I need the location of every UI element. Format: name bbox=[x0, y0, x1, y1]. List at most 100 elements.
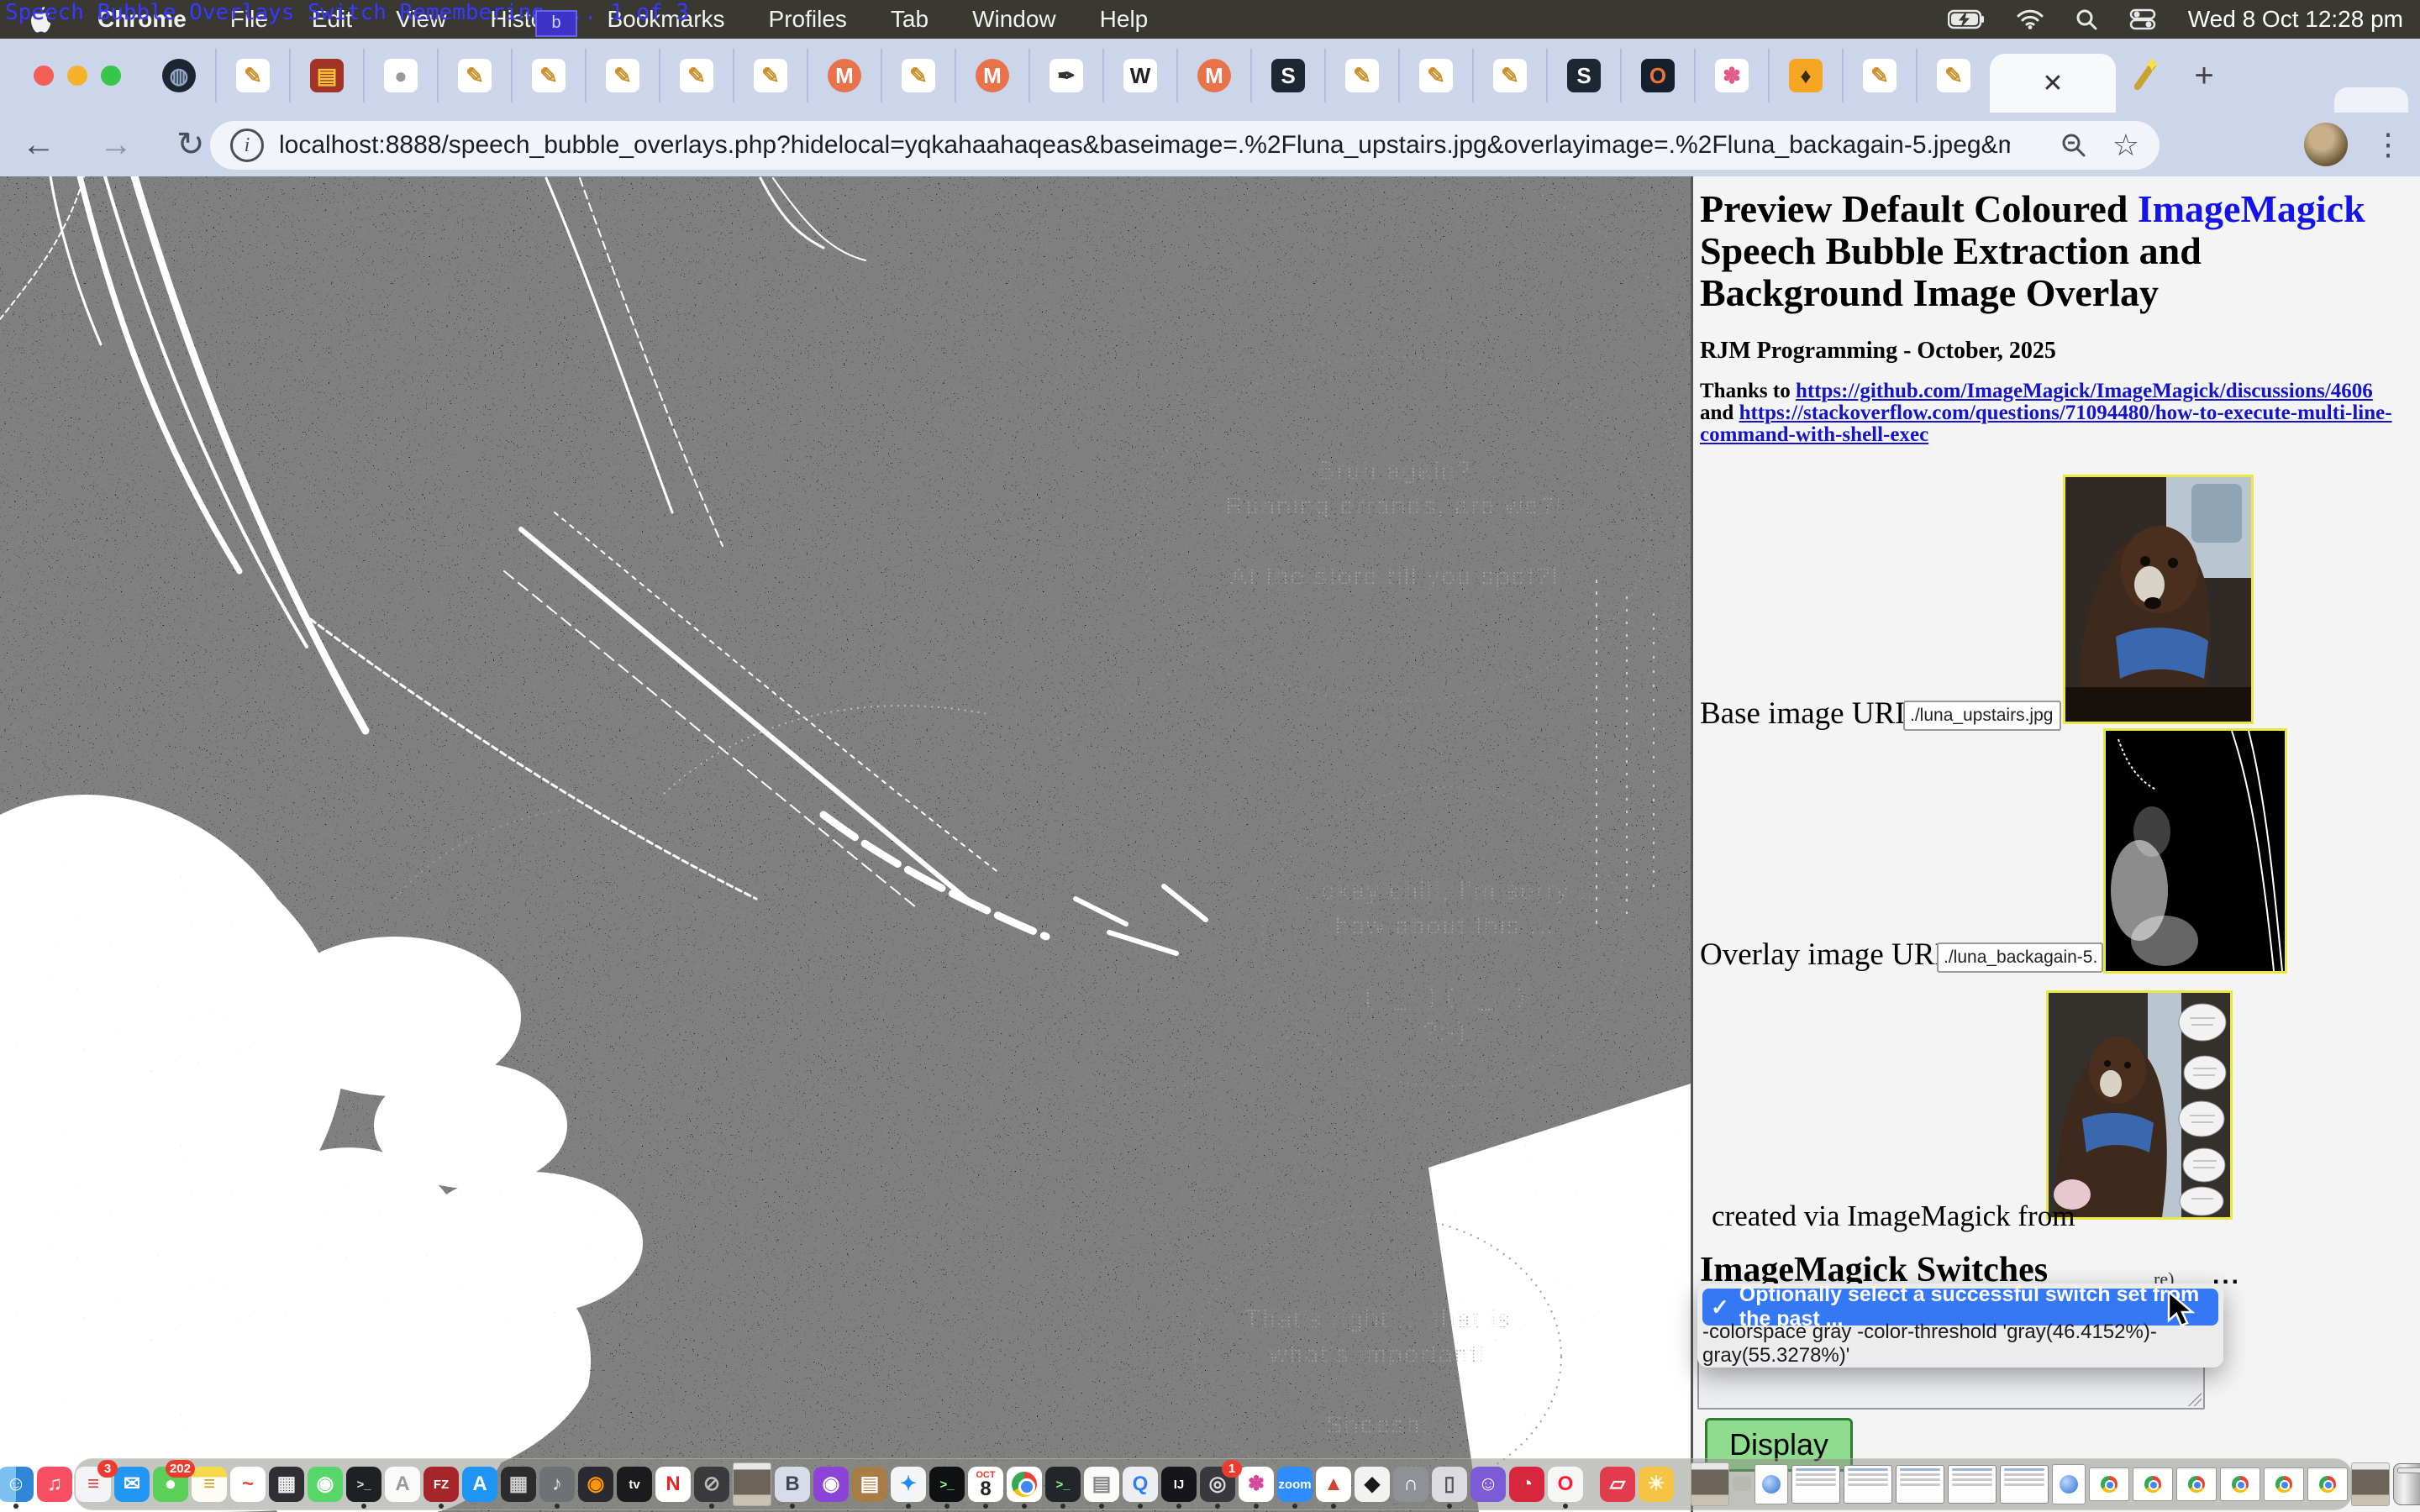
dock-no-sign[interactable]: ⊘ bbox=[694, 1467, 729, 1502]
dock-podcasts[interactable]: ◉ bbox=[813, 1467, 849, 1502]
spotlight-search-icon[interactable] bbox=[2075, 8, 2097, 30]
pinned-tab-pencil[interactable]: ✎ bbox=[437, 49, 511, 102]
pinned-tab-gray-circle[interactable]: ● bbox=[363, 49, 437, 102]
pinned-tab-amber-feather[interactable]: ♦ bbox=[1768, 49, 1842, 102]
dock-launchpad[interactable]: ▦ bbox=[269, 1467, 304, 1502]
pinned-tab-s-dark[interactable]: S bbox=[1546, 49, 1620, 102]
pinned-tab-recipe-book[interactable]: ▤ bbox=[289, 49, 363, 102]
dock-minimized-blue-doc[interactable] bbox=[2052, 1464, 2086, 1504]
dock-idea-lamp[interactable]: ☀ bbox=[1639, 1467, 1674, 1502]
menu-bar-clock[interactable]: Wed 8 Oct 12:28 pm bbox=[2188, 6, 2403, 33]
overlay-image-input[interactable] bbox=[1937, 942, 2103, 973]
active-tab[interactable]: ✕ bbox=[1990, 54, 2116, 113]
dock-quicktime[interactable]: Q bbox=[1123, 1467, 1158, 1502]
pinned-tab-pencil[interactable]: ✎ bbox=[881, 49, 955, 102]
dock-news[interactable]: N bbox=[655, 1467, 691, 1502]
dock-apple-tv[interactable]: tv bbox=[617, 1467, 652, 1502]
pinned-tab-pen-dark[interactable]: ✒ bbox=[1028, 49, 1102, 102]
zoom-out-page-icon[interactable] bbox=[2060, 132, 2087, 159]
dock-firefox[interactable]: ◉ bbox=[578, 1467, 613, 1502]
dock-zoom[interactable]: zoom bbox=[1277, 1467, 1313, 1502]
dock-intellij[interactable]: IJ bbox=[1161, 1467, 1197, 1502]
dock-textedit[interactable]: A bbox=[385, 1467, 420, 1502]
pinned-tab-pencil[interactable]: ✎ bbox=[659, 49, 733, 102]
dock-minimized-window[interactable] bbox=[1791, 1465, 1840, 1504]
close-window-button[interactable] bbox=[34, 66, 54, 86]
dock-minimized-window[interactable] bbox=[1896, 1465, 1944, 1504]
pinned-tab-color-dots[interactable]: ✽ bbox=[1694, 49, 1768, 102]
dock-purple-app[interactable]: ☺ bbox=[1470, 1467, 1506, 1502]
dock-gray-shapes[interactable]: ∩ bbox=[1393, 1467, 1428, 1502]
dock-music[interactable]: ♫ bbox=[37, 1467, 72, 1502]
zoom-window-button[interactable] bbox=[101, 66, 121, 86]
pinned-tab-pencil[interactable]: ✎ bbox=[1916, 49, 1990, 102]
dropdown-option-switches[interactable]: -colorspace gray -color-threshold 'gray(… bbox=[1702, 1326, 2218, 1362]
stackoverflow-link[interactable]: https://stackoverflow.com/questions/7109… bbox=[1700, 402, 2392, 446]
browser-menu-icon[interactable]: ⋮ bbox=[2373, 127, 2403, 162]
dock-minimized-chrome-page[interactable] bbox=[2176, 1467, 2217, 1501]
dock-font-book[interactable]: ▤ bbox=[852, 1467, 887, 1502]
pinned-tab-pencil[interactable]: ✎ bbox=[1842, 49, 1916, 102]
menu-window[interactable]: Window bbox=[950, 6, 1078, 33]
dock-minimized-chrome-page[interactable] bbox=[2133, 1467, 2173, 1501]
pinned-tab-m-orange[interactable]: M bbox=[807, 49, 881, 102]
dock-reminders[interactable]: ≡3 bbox=[76, 1467, 111, 1502]
dock-gallery[interactable] bbox=[733, 1462, 771, 1506]
dock-trash[interactable] bbox=[2393, 1463, 2420, 1505]
pinned-tab-pencil[interactable]: ✎ bbox=[1324, 49, 1398, 102]
pinned-tab-wikipedia-w[interactable]: W bbox=[1102, 49, 1176, 102]
dock-minimized-chrome-page[interactable] bbox=[2307, 1467, 2348, 1501]
control-center-icon[interactable] bbox=[2129, 8, 2156, 30]
back-icon[interactable]: ← bbox=[22, 126, 55, 164]
pinned-tab-pencil[interactable]: ✎ bbox=[511, 49, 585, 102]
textarea-resize-grip[interactable] bbox=[2188, 1393, 2202, 1406]
reload-icon[interactable]: ↻ bbox=[176, 125, 205, 164]
dock-chrome[interactable] bbox=[1007, 1467, 1042, 1502]
minimize-window-button[interactable] bbox=[67, 66, 87, 86]
pinned-tab-pencil[interactable]: ✎ bbox=[733, 49, 807, 102]
site-info-icon[interactable]: i bbox=[230, 129, 264, 162]
dock-safari[interactable]: ✦ bbox=[891, 1467, 926, 1502]
dock-iterm[interactable]: >_ bbox=[929, 1467, 965, 1502]
dock-minimized-chrome-page[interactable] bbox=[2220, 1467, 2260, 1501]
dock-keypad[interactable]: ▦ bbox=[501, 1467, 536, 1502]
dock-appstore[interactable]: A bbox=[462, 1467, 497, 1502]
dock-minimized-chrome-page[interactable] bbox=[2264, 1467, 2304, 1501]
dock-minimized-photo[interactable] bbox=[2351, 1462, 2390, 1506]
close-tab-icon[interactable]: ✕ bbox=[2042, 69, 2063, 98]
dock-minimized-blue-doc[interactable] bbox=[1754, 1464, 1788, 1504]
base-image-input[interactable] bbox=[1903, 701, 2061, 731]
imagemagick-link[interactable]: ImageMagick bbox=[2138, 187, 2365, 230]
menu-tab[interactable]: Tab bbox=[869, 6, 950, 33]
dock-notes[interactable]: ≡ bbox=[192, 1467, 227, 1502]
dock-earbud-utility[interactable]: ♪ bbox=[539, 1467, 575, 1502]
dock-minimized-doc-photo[interactable] bbox=[1691, 1462, 1729, 1506]
dock-speedtest[interactable]: ◔ bbox=[1509, 1467, 1544, 1502]
dock-minimized-chrome-page[interactable] bbox=[2089, 1467, 2129, 1501]
wifi-icon[interactable] bbox=[2017, 9, 2044, 29]
dock-messages[interactable]: ●202 bbox=[153, 1467, 188, 1502]
dock-paint-palette[interactable]: ✽ bbox=[1239, 1467, 1274, 1502]
dock-camera-app[interactable]: ◎1 bbox=[1200, 1467, 1235, 1502]
bookmark-star-icon[interactable]: ☆ bbox=[2112, 128, 2139, 163]
dock-fitness[interactable]: ~ bbox=[230, 1467, 266, 1502]
magic-wand-tab-icon[interactable]: ✦ bbox=[2116, 39, 2175, 113]
pinned-tab-chrome-logo[interactable]: ◍ bbox=[143, 49, 215, 102]
address-bar[interactable]: i localhost:8888/speech_bubble_overlays.… bbox=[210, 121, 2160, 170]
dock-calendar[interactable]: OCT8 bbox=[968, 1467, 1003, 1502]
pinned-tab-m-orange[interactable]: M bbox=[955, 49, 1028, 102]
menu-help[interactable]: Help bbox=[1078, 6, 1171, 33]
dock-minimized-gray-blob[interactable] bbox=[1733, 1476, 1751, 1493]
dock-console[interactable]: >_ bbox=[1045, 1467, 1081, 1502]
dock-iphone-mirroring[interactable]: ▯ bbox=[1432, 1467, 1467, 1502]
dock-textedit-2[interactable]: ▤ bbox=[1084, 1467, 1119, 1502]
dock-bbedit[interactable]: B bbox=[775, 1467, 810, 1502]
dock-cards[interactable]: ▱ bbox=[1600, 1467, 1635, 1502]
dock-minimized-window[interactable] bbox=[2000, 1465, 2049, 1504]
pinned-tab-pencil[interactable]: ✎ bbox=[215, 49, 289, 102]
battery-charging-icon[interactable] bbox=[1948, 9, 1985, 29]
dock-mamp-triangle[interactable]: ▲ bbox=[1316, 1467, 1351, 1502]
dock-minimized-window[interactable] bbox=[1844, 1465, 1892, 1504]
pinned-tab-s-dark[interactable]: S bbox=[1250, 49, 1324, 102]
dock-minimized-window[interactable] bbox=[1948, 1465, 1996, 1504]
